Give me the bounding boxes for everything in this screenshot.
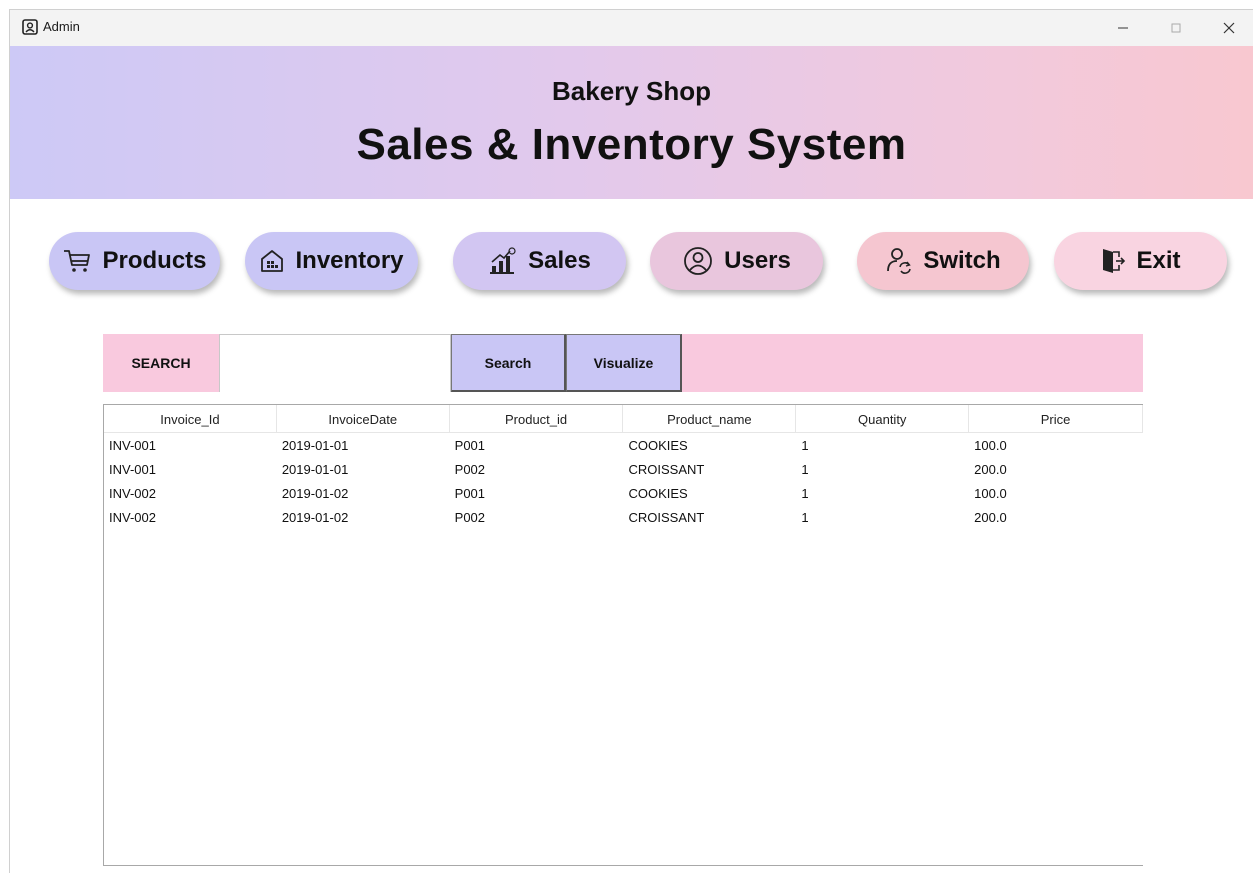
cell-price: 200.0 [974,509,1007,525]
minimize-icon [1118,27,1128,29]
switch-button[interactable]: Switch [857,232,1029,290]
page-title: Sales & Inventory System [356,120,907,169]
cell-quantity: 1 [801,485,809,501]
cell-product-name: CROISSANT [628,461,705,477]
cell-product-id: P001 [454,437,486,453]
table-row[interactable]: INV-001 2019-01-01 P002 CROISSANT 1 200.… [104,457,1143,481]
table-row[interactable]: INV-001 2019-01-01 P001 COOKIES 1 100.0 [104,433,1143,457]
cart-icon [64,250,91,272]
cell-invoice-id: INV-001 [109,461,156,477]
cell-product-name: CROISSANT [628,509,705,525]
column-header-invoice-id[interactable]: Invoice_Id [104,405,277,433]
inventory-button[interactable]: Inventory [245,232,418,290]
cell-price: 100.0 [974,485,1007,501]
admin-app-icon [22,19,38,35]
cell-invoice-id: INV-002 [109,485,156,501]
cell-invoice-date: 2019-01-02 [281,485,349,501]
inventory-label: Inventory [295,247,404,274]
user-circle-icon [684,247,713,275]
app-window: Admin Bakery Shop Sales & Inventory Syst… [9,9,1253,873]
cell-invoice-id: INV-002 [109,509,156,525]
maximize-icon [1171,23,1181,33]
search-label: SEARCH [103,334,219,392]
cell-quantity: 1 [801,461,809,477]
close-icon [1223,22,1235,34]
maximize-button[interactable] [1153,10,1199,46]
sales-table[interactable]: Invoice_Id InvoiceDate Product_id Produc… [103,404,1143,866]
products-label: Products [102,247,207,274]
exit-door-icon [1103,249,1126,273]
search-input[interactable] [219,334,451,392]
exit-label: Exit [1136,247,1181,274]
table-row[interactable]: INV-002 2019-01-02 P002 CROISSANT 1 200.… [104,505,1143,529]
exit-button[interactable]: Exit [1054,232,1227,290]
switch-user-icon [887,248,912,274]
close-button[interactable] [1206,10,1252,46]
header-banner: Bakery Shop Sales & Inventory System [10,46,1253,199]
search-bar: SEARCH Search Visualize [103,334,1143,392]
column-header-quantity[interactable]: Quantity [796,405,970,433]
warehouse-icon [261,250,284,272]
column-header-price[interactable]: Price [969,405,1143,433]
window-title: Admin [43,19,80,34]
users-label: Users [724,247,791,274]
table-row[interactable]: INV-002 2019-01-02 P001 COOKIES 1 100.0 [104,481,1143,505]
title-bar: Admin [10,10,1253,46]
cell-product-name: COOKIES [628,437,688,453]
sales-label: Sales [528,247,591,274]
visualize-button[interactable]: Visualize [566,334,682,392]
sales-chart-icon [490,247,516,274]
cell-product-name: COOKIES [628,485,688,501]
cell-product-id: P001 [454,485,486,501]
cell-invoice-date: 2019-01-02 [281,509,349,525]
minimize-button[interactable] [1100,10,1146,46]
column-header-product-name[interactable]: Product_name [623,405,797,433]
cell-invoice-date: 2019-01-01 [281,437,349,453]
products-button[interactable]: Products [49,232,220,290]
column-header-product-id[interactable]: Product_id [450,405,624,433]
search-button[interactable]: Search [451,334,566,392]
column-header-invoice-date[interactable]: InvoiceDate [277,405,450,433]
shop-name: Bakery Shop [552,76,711,106]
cell-price: 100.0 [974,437,1007,453]
users-button[interactable]: Users [650,232,823,290]
switch-label: Switch [923,247,1001,274]
cell-product-id: P002 [454,509,486,525]
table-header: Invoice_Id InvoiceDate Product_id Produc… [104,405,1143,433]
cell-invoice-id: INV-001 [109,437,156,453]
cell-invoice-date: 2019-01-01 [281,461,349,477]
cell-product-id: P002 [454,461,486,477]
cell-quantity: 1 [801,509,809,525]
sales-button[interactable]: Sales [453,232,626,290]
cell-price: 200.0 [974,461,1007,477]
cell-quantity: 1 [801,437,809,453]
